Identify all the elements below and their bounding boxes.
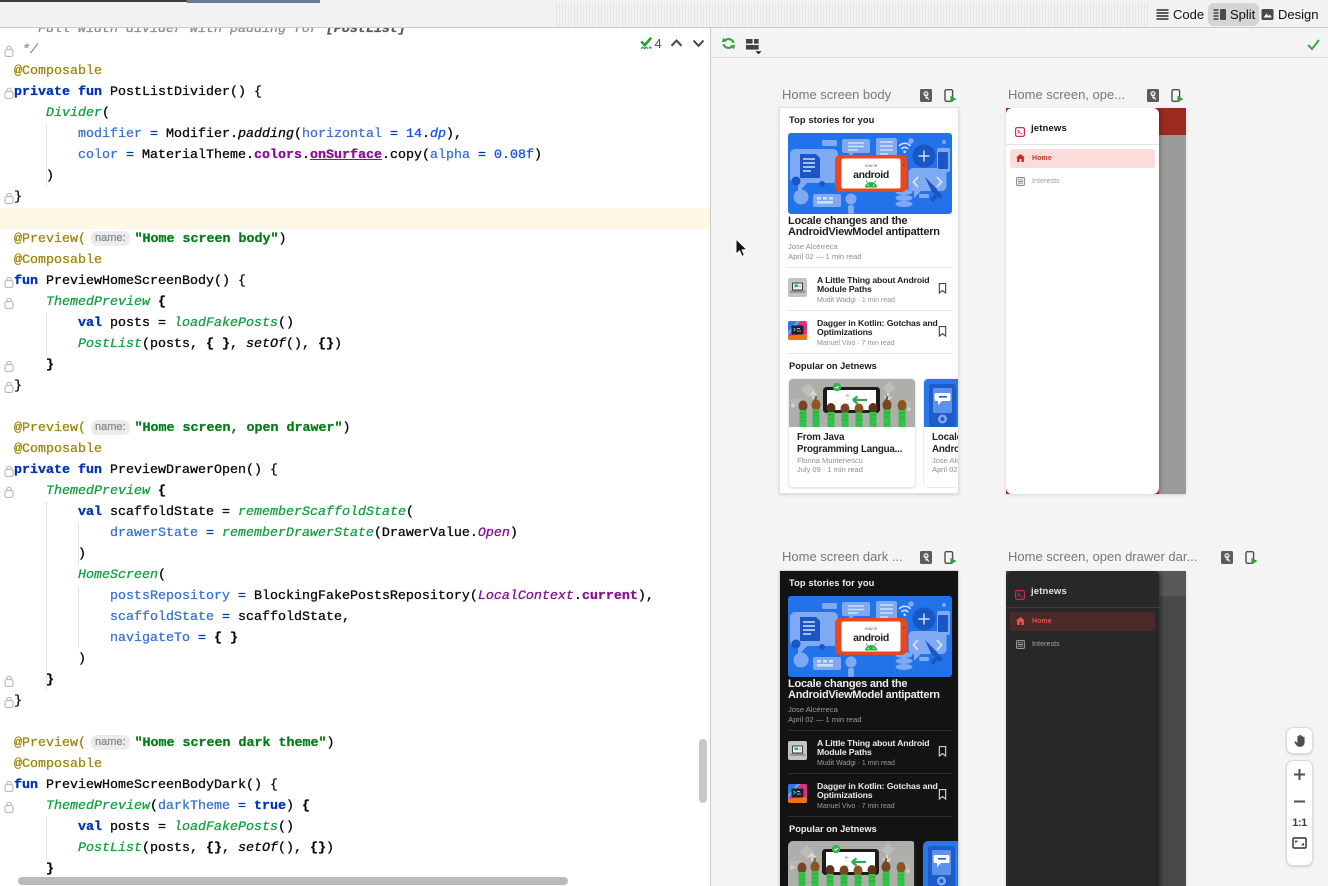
svg-text:android: android: [853, 632, 889, 644]
svg-text:now in: now in: [865, 626, 878, 631]
svg-text:4: 4: [655, 36, 662, 51]
svg-text:now in: now in: [865, 163, 878, 168]
svg-text:android: android: [853, 169, 889, 181]
